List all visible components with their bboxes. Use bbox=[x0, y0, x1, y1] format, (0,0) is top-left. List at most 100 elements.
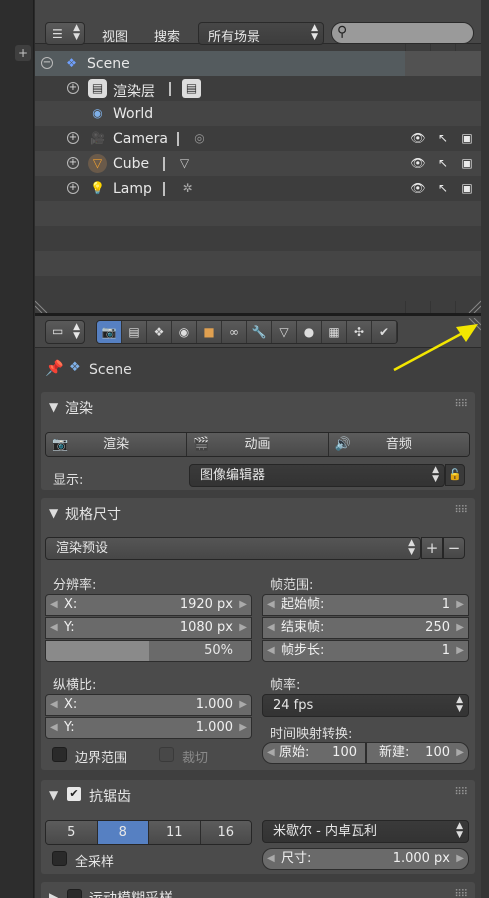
tab-render-layers[interactable]: ▤ bbox=[122, 321, 147, 343]
eye-icon[interactable]: 👁 bbox=[410, 155, 426, 171]
dimensions-panel-header[interactable]: ▼ 规格尺寸 ⠿⠿ bbox=[41, 498, 475, 528]
aa-samples-5[interactable]: 5 bbox=[46, 821, 98, 844]
frame-rate-dropdown[interactable]: 24 fps ▲ ▼ bbox=[262, 694, 469, 717]
display-mode-dropdown[interactable]: 所有场景 ▲ ▼ bbox=[198, 22, 324, 45]
tree-row-cube[interactable]: + ▽ Cube ▽ 👁 ↖ ▣ bbox=[35, 151, 481, 176]
search-field[interactable]: ⚲ bbox=[331, 22, 474, 44]
cursor-select-icon[interactable]: ↖ bbox=[435, 180, 451, 196]
area-split-corner-icon[interactable] bbox=[35, 299, 49, 313]
area-split-corner-icon[interactable] bbox=[467, 299, 481, 313]
increment-arrow-icon[interactable]: ▶ bbox=[456, 849, 464, 869]
tab-data[interactable]: ▽ bbox=[272, 321, 297, 343]
aa-samples-11[interactable]: 11 bbox=[149, 821, 201, 844]
aa-filter-size-field[interactable]: ◀ 尺寸: 1.000 px ▶ bbox=[262, 848, 469, 870]
collapse-icon[interactable]: − bbox=[41, 57, 53, 69]
menu-search[interactable]: 搜索 bbox=[154, 26, 180, 45]
editor-type-selector[interactable]: ☰ ▲ ▼ bbox=[45, 22, 85, 45]
time-remap-new-field[interactable]: 新建: 100 ▶ bbox=[366, 742, 469, 764]
tree-row-render-layers[interactable]: + ▤ 渲染层 ▤ bbox=[35, 76, 481, 101]
expand-toolbar-icon[interactable]: + bbox=[15, 45, 31, 61]
tree-row-world[interactable]: ◉ World bbox=[35, 101, 481, 126]
render-panel-header[interactable]: ▼ 渲染 ⠿⠿ bbox=[41, 392, 475, 422]
increment-arrow-icon[interactable]: ▶ bbox=[239, 595, 247, 615]
full-sample-checkbox[interactable] bbox=[52, 851, 67, 866]
aa-samples-8[interactable]: 8 bbox=[97, 821, 149, 844]
time-remap-old-field[interactable]: ◀ 原始: 100 bbox=[262, 742, 366, 764]
decrement-arrow-icon[interactable]: ◀ bbox=[50, 695, 58, 715]
crop-checkbox[interactable] bbox=[159, 747, 174, 762]
increment-arrow-icon[interactable]: ▶ bbox=[239, 718, 247, 738]
antialiasing-panel-header[interactable]: ▼ ✔ 抗锯齿 ⠿⠿ bbox=[41, 780, 475, 810]
drag-handle-icon[interactable]: ⠿⠿ bbox=[454, 399, 468, 410]
lamp-data-icon[interactable]: ✲ bbox=[178, 179, 197, 198]
render-camera-icon[interactable]: ▣ bbox=[459, 130, 475, 146]
tree-row-scene[interactable]: − ❖ Scene bbox=[35, 51, 481, 76]
render-presets-dropdown[interactable]: 渲染预设 ▲ ▼ bbox=[45, 537, 421, 560]
eye-icon[interactable]: 👁 bbox=[410, 130, 426, 146]
increment-arrow-icon[interactable]: ▶ bbox=[456, 641, 464, 661]
tab-world[interactable]: ◉ bbox=[172, 321, 197, 343]
render-layer-data-icon[interactable]: ▤ bbox=[182, 79, 201, 98]
render-camera-icon[interactable]: ▣ bbox=[459, 155, 475, 171]
frame-step-field[interactable]: ◀ 帧步长: 1 ▶ bbox=[262, 640, 469, 662]
increment-arrow-icon[interactable]: ▶ bbox=[456, 618, 464, 638]
tab-constraints[interactable]: ∞ bbox=[222, 321, 247, 343]
search-input[interactable] bbox=[354, 25, 464, 41]
mesh-data-icon[interactable]: ▽ bbox=[175, 154, 194, 173]
motion-blur-checkbox[interactable] bbox=[67, 889, 82, 898]
increment-arrow-icon[interactable]: ▶ bbox=[456, 595, 464, 615]
aspect-x-field[interactable]: ◀ X: 1.000 ▶ bbox=[45, 694, 252, 716]
camera-data-icon[interactable]: ◎ bbox=[190, 129, 209, 148]
increment-arrow-icon[interactable]: ▶ bbox=[239, 695, 247, 715]
pin-icon[interactable]: 📌 bbox=[45, 359, 64, 377]
tab-modifiers[interactable]: 🔧 bbox=[247, 321, 272, 343]
tree-row-lamp[interactable]: + 💡 Lamp ✲ 👁 ↖ ▣ bbox=[35, 176, 481, 201]
tab-scene[interactable]: ❖ bbox=[147, 321, 172, 343]
expand-icon[interactable]: + bbox=[67, 82, 79, 94]
menu-view[interactable]: 视图 bbox=[102, 26, 128, 45]
tab-material[interactable]: ● bbox=[297, 321, 322, 343]
decrement-arrow-icon[interactable]: ◀ bbox=[267, 618, 275, 638]
render-image-button[interactable]: 📷 渲染 bbox=[46, 433, 188, 456]
increment-arrow-icon[interactable]: ▶ bbox=[239, 618, 247, 638]
display-dropdown[interactable]: 图像编辑器 ▲ ▼ bbox=[189, 464, 445, 487]
render-audio-button[interactable]: 🔊 音频 bbox=[328, 433, 469, 456]
motion-blur-panel-header[interactable]: ▶ 运动模糊采样 ⠿⠿ bbox=[41, 882, 475, 898]
editor-type-selector[interactable]: ▭ ▲ ▼ bbox=[45, 320, 85, 344]
tab-object[interactable]: ■ bbox=[197, 321, 222, 343]
aa-samples-16[interactable]: 16 bbox=[200, 821, 251, 844]
decrement-arrow-icon[interactable]: ◀ bbox=[50, 618, 58, 638]
antialiasing-checkbox[interactable]: ✔ bbox=[67, 787, 81, 801]
border-checkbox[interactable] bbox=[52, 747, 67, 762]
resolution-x-field[interactable]: ◀ X: 1920 px ▶ bbox=[45, 594, 252, 616]
render-camera-icon[interactable]: ▣ bbox=[459, 180, 475, 196]
decrement-arrow-icon[interactable]: ◀ bbox=[267, 743, 275, 763]
resolution-percentage-slider[interactable]: 50% bbox=[45, 640, 252, 662]
drag-handle-icon[interactable]: ⠿⠿ bbox=[454, 505, 468, 516]
decrement-arrow-icon[interactable]: ◀ bbox=[50, 718, 58, 738]
drag-handle-icon[interactable]: ⠿⠿ bbox=[454, 787, 468, 798]
resolution-y-field[interactable]: ◀ Y: 1080 px ▶ bbox=[45, 617, 252, 639]
end-frame-field[interactable]: ◀ 结束帧: 250 ▶ bbox=[262, 617, 469, 639]
tree-row-camera[interactable]: + 🎥 Camera ◎ 👁 ↖ ▣ bbox=[35, 126, 481, 151]
decrement-arrow-icon[interactable]: ◀ bbox=[267, 641, 275, 661]
tab-texture[interactable]: ▦ bbox=[322, 321, 347, 343]
tab-particles[interactable]: ✣ bbox=[347, 321, 372, 343]
render-animation-button[interactable]: 🎬 动画 bbox=[187, 433, 329, 456]
decrement-arrow-icon[interactable]: ◀ bbox=[50, 595, 58, 615]
aa-filter-dropdown[interactable]: 米歇尔 - 内卓瓦利 ▲ ▼ bbox=[262, 820, 469, 843]
tab-render[interactable]: 📷 bbox=[97, 321, 122, 343]
increment-arrow-icon[interactable]: ▶ bbox=[456, 743, 464, 763]
remove-preset-button[interactable]: − bbox=[443, 537, 465, 559]
drag-handle-icon[interactable]: ⠿⠿ bbox=[454, 889, 468, 898]
add-preset-button[interactable]: + bbox=[421, 537, 443, 559]
cursor-select-icon[interactable]: ↖ bbox=[435, 130, 451, 146]
start-frame-field[interactable]: ◀ 起始帧: 1 ▶ bbox=[262, 594, 469, 616]
eye-icon[interactable]: 👁 bbox=[410, 180, 426, 196]
decrement-arrow-icon[interactable]: ◀ bbox=[267, 595, 275, 615]
expand-icon[interactable]: + bbox=[67, 132, 79, 144]
decrement-arrow-icon[interactable]: ◀ bbox=[267, 849, 275, 869]
expand-icon[interactable]: + bbox=[67, 157, 79, 169]
lock-interface-icon[interactable]: 🔓 bbox=[445, 464, 465, 486]
aspect-y-field[interactable]: ◀ Y: 1.000 ▶ bbox=[45, 717, 252, 739]
